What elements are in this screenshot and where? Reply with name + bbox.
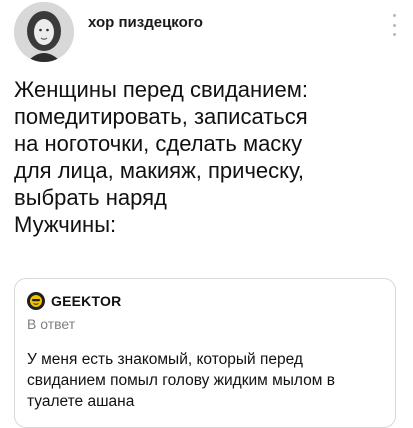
post-header: хор пиздецкого (14, 2, 399, 66)
author-name[interactable]: хор пиздецкого (88, 14, 203, 31)
more-vertical-icon[interactable] (389, 14, 399, 36)
post-body-line: Мужчины: (14, 212, 117, 237)
geektor-logo-icon (27, 292, 45, 310)
post-body: Женщины перед свиданием: помедитировать, … (14, 76, 399, 238)
avatar-photo (14, 2, 74, 62)
quoted-post-source: GEEKTOR (51, 293, 122, 309)
post-body-line: Женщины перед свиданием: (14, 77, 308, 102)
avatar[interactable] (14, 2, 74, 62)
quoted-post-header: GEEKTOR (27, 290, 121, 312)
quoted-post-context: В ответ (27, 316, 76, 332)
post-body-line: помедитировать, записаться (14, 104, 308, 129)
post-body-line: на ноготочки, сделать маску (14, 131, 303, 156)
post-body-line: для лица, макияж, прическу, (14, 158, 304, 183)
quoted-post[interactable]: GEEKTOR В ответ У меня есть знакомый, ко… (14, 278, 396, 428)
quoted-post-text: У меня есть знакомый, который перед свид… (27, 351, 335, 410)
post-body-line: выбрать наряд (14, 185, 167, 210)
